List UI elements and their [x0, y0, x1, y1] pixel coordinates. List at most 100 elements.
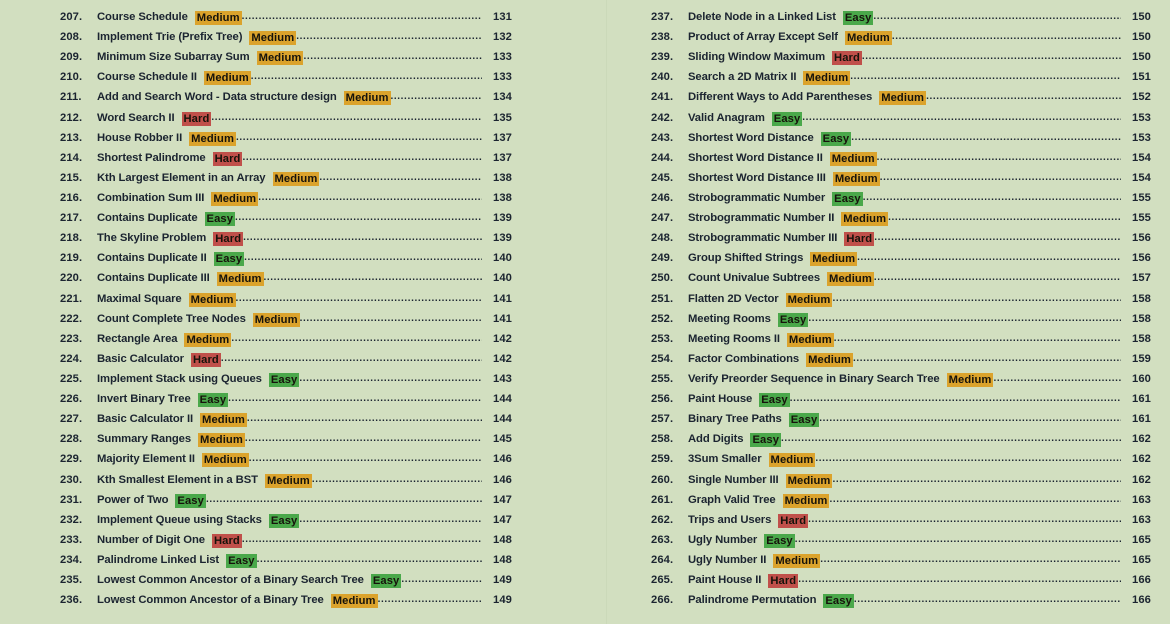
toc-entry[interactable]: 261. Graph Valid Tree Medium 163 — [651, 490, 1151, 510]
toc-entry[interactable]: 244. Shortest Word Distance II Medium 154 — [651, 148, 1151, 168]
toc-entry-title[interactable]: Count Complete Tree Nodes — [97, 309, 246, 329]
toc-entry-title[interactable]: Basic Calculator — [97, 349, 184, 369]
toc-entry[interactable]: 246. Strobogrammatic Number Easy 155 — [651, 188, 1151, 208]
toc-entry[interactable]: 220. Contains Duplicate III Medium 140 — [60, 268, 512, 288]
toc-entry-title[interactable]: Majority Element II — [97, 449, 195, 469]
toc-entry[interactable]: 225. Implement Stack using Queues Easy 143 — [60, 369, 512, 389]
toc-entry[interactable]: 224. Basic Calculator Hard 142 — [60, 349, 512, 369]
toc-entry-title[interactable]: Paint House II — [688, 570, 761, 590]
toc-entry-title[interactable]: Paint House — [688, 389, 752, 409]
toc-entry-title[interactable]: Ugly Number II — [688, 550, 766, 570]
toc-entry-title[interactable]: Maximal Square — [97, 289, 182, 309]
toc-entry-title[interactable]: Single Number III — [688, 470, 779, 490]
toc-entry-title[interactable]: Search a 2D Matrix II — [688, 67, 797, 87]
toc-entry[interactable]: 230. Kth Smallest Element in a BST Medium 1… — [60, 470, 512, 490]
toc-entry[interactable]: 229. Majority Element II Medium 146 — [60, 449, 512, 469]
toc-entry[interactable]: 259. 3Sum Smaller Medium 162 — [651, 449, 1151, 469]
toc-entry[interactable]: 214. Shortest Palindrome Hard 137 — [60, 148, 512, 168]
toc-entry[interactable]: 257. Binary Tree Paths Easy 161 — [651, 409, 1151, 429]
toc-entry-title[interactable]: Summary Ranges — [97, 429, 191, 449]
toc-entry[interactable]: 217. Contains Duplicate Easy 139 — [60, 208, 512, 228]
toc-entry-title[interactable]: Shortest Word Distance — [688, 128, 814, 148]
toc-entry-title[interactable]: Binary Tree Paths — [688, 409, 782, 429]
toc-entry-title[interactable]: Invert Binary Tree — [97, 389, 191, 409]
toc-entry[interactable]: 209. Minimum Size Subarray Sum Medium 133 — [60, 47, 512, 67]
toc-entry-title[interactable]: Number of Digit One — [97, 530, 205, 550]
toc-entry[interactable]: 258. Add Digits Easy 162 — [651, 429, 1151, 449]
toc-entry[interactable]: 238. Product of Array Except Self Medium 15… — [651, 27, 1151, 47]
toc-entry-title[interactable]: Verify Preorder Sequence in Binary Searc… — [688, 369, 940, 389]
toc-entry[interactable]: 219. Contains Duplicate II Easy 140 — [60, 248, 512, 268]
toc-entry[interactable]: 211. Add and Search Word - Data structure… — [60, 87, 512, 107]
toc-entry-title[interactable]: Meeting Rooms II — [688, 329, 780, 349]
toc-entry-title[interactable]: Kth Largest Element in an Array — [97, 168, 266, 188]
toc-entry[interactable]: 226. Invert Binary Tree Easy 144 — [60, 389, 512, 409]
toc-entry[interactable]: 236. Lowest Common Ancestor of a Binary T… — [60, 590, 512, 610]
toc-entry[interactable]: 231. Power of Two Easy 147 — [60, 490, 512, 510]
toc-entry-title[interactable]: Group Shifted Strings — [688, 248, 803, 268]
toc-entry[interactable]: 223. Rectangle Area Medium 142 — [60, 329, 512, 349]
toc-entry-title[interactable]: Course Schedule — [97, 7, 188, 27]
toc-entry[interactable]: 227. Basic Calculator II Medium 144 — [60, 409, 512, 429]
toc-entry[interactable]: 265. Paint House II Hard 166 — [651, 570, 1151, 590]
toc-entry-title[interactable]: Palindrome Permutation — [688, 590, 816, 610]
toc-entry[interactable]: 240. Search a 2D Matrix II Medium 151 — [651, 67, 1151, 87]
toc-entry[interactable]: 252. Meeting Rooms Easy 158 — [651, 309, 1151, 329]
toc-entry-title[interactable]: Palindrome Linked List — [97, 550, 219, 570]
toc-entry-title[interactable]: Lowest Common Ancestor of a Binary Tree — [97, 590, 324, 610]
toc-entry-title[interactable]: Valid Anagram — [688, 108, 765, 128]
toc-entry[interactable]: 254. Factor Combinations Medium 159 — [651, 349, 1151, 369]
toc-entry[interactable]: 249. Group Shifted Strings Medium 156 — [651, 248, 1151, 268]
toc-entry[interactable]: 243. Shortest Word Distance Easy 153 — [651, 128, 1151, 148]
toc-entry-title[interactable]: Flatten 2D Vector — [688, 289, 779, 309]
toc-entry-title[interactable]: The Skyline Problem — [97, 228, 206, 248]
toc-entry[interactable]: 263. Ugly Number Easy 165 — [651, 530, 1151, 550]
toc-entry[interactable]: 233. Number of Digit One Hard 148 — [60, 530, 512, 550]
toc-entry[interactable]: 248. Strobogrammatic Number III Hard 156 — [651, 228, 1151, 248]
toc-entry[interactable]: 266. Palindrome Permutation Easy 166 — [651, 590, 1151, 610]
toc-entry[interactable]: 239. Sliding Window Maximum Hard 150 — [651, 47, 1151, 67]
toc-entry-title[interactable]: Contains Duplicate II — [97, 248, 207, 268]
toc-entry[interactable]: 235. Lowest Common Ancestor of a Binary S… — [60, 570, 512, 590]
toc-entry[interactable]: 210. Course Schedule II Medium 133 — [60, 67, 512, 87]
toc-entry[interactable]: 250. Count Univalue Subtrees Medium 157 — [651, 268, 1151, 288]
toc-entry[interactable]: 260. Single Number III Medium 162 — [651, 470, 1151, 490]
toc-entry[interactable]: 232. Implement Queue using Stacks Easy 147 — [60, 510, 512, 530]
toc-entry-title[interactable]: Strobogrammatic Number — [688, 188, 825, 208]
toc-entry[interactable]: 242. Valid Anagram Easy 153 — [651, 108, 1151, 128]
toc-entry-title[interactable]: Power of Two — [97, 490, 169, 510]
toc-entry[interactable]: 255. Verify Preorder Sequence in Binary S… — [651, 369, 1151, 389]
toc-entry-title[interactable]: Delete Node in a Linked List — [688, 7, 836, 27]
toc-entry[interactable]: 207. Course Schedule Medium 131 — [60, 7, 512, 27]
toc-entry-title[interactable]: Lowest Common Ancestor of a Binary Searc… — [97, 570, 364, 590]
toc-entry-title[interactable]: Factor Combinations — [688, 349, 799, 369]
toc-entry-title[interactable]: Implement Stack using Queues — [97, 369, 262, 389]
toc-entry[interactable]: 216. Combination Sum III Medium 138 — [60, 188, 512, 208]
toc-entry-title[interactable]: Graph Valid Tree — [688, 490, 776, 510]
toc-entry[interactable]: 234. Palindrome Linked List Easy 148 — [60, 550, 512, 570]
toc-entry-title[interactable]: Combination Sum III — [97, 188, 204, 208]
toc-entry-title[interactable]: Strobogrammatic Number II — [688, 208, 834, 228]
toc-entry-title[interactable]: Implement Queue using Stacks — [97, 510, 262, 530]
toc-entry[interactable]: 247. Strobogrammatic Number II Medium 155 — [651, 208, 1151, 228]
toc-entry[interactable]: 213. House Robber II Medium 137 — [60, 128, 512, 148]
toc-entry-title[interactable]: Contains Duplicate III — [97, 268, 210, 288]
toc-entry-title[interactable]: Add Digits — [688, 429, 744, 449]
toc-entry[interactable]: 221. Maximal Square Medium 141 — [60, 289, 512, 309]
toc-entry-title[interactable]: Shortest Word Distance II — [688, 148, 823, 168]
toc-entry-title[interactable]: Kth Smallest Element in a BST — [97, 470, 258, 490]
toc-entry-title[interactable]: Count Univalue Subtrees — [688, 268, 820, 288]
toc-entry[interactable]: 237. Delete Node in a Linked List Easy 150 — [651, 7, 1151, 27]
toc-entry[interactable]: 253. Meeting Rooms II Medium 158 — [651, 329, 1151, 349]
toc-entry-title[interactable]: Ugly Number — [688, 530, 757, 550]
toc-entry-title[interactable]: Basic Calculator II — [97, 409, 193, 429]
toc-entry-title[interactable]: House Robber II — [97, 128, 182, 148]
toc-entry[interactable]: 212. Word Search II Hard 135 — [60, 108, 512, 128]
toc-entry-title[interactable]: Trips and Users — [688, 510, 771, 530]
toc-entry[interactable]: 264. Ugly Number II Medium 165 — [651, 550, 1151, 570]
toc-entry[interactable]: 218. The Skyline Problem Hard 139 — [60, 228, 512, 248]
toc-entry-title[interactable]: Word Search II — [97, 108, 175, 128]
toc-entry[interactable]: 241. Different Ways to Add Parentheses Med… — [651, 87, 1151, 107]
toc-entry-title[interactable]: Rectangle Area — [97, 329, 178, 349]
toc-entry-title[interactable]: Implement Trie (Prefix Tree) — [97, 27, 242, 47]
